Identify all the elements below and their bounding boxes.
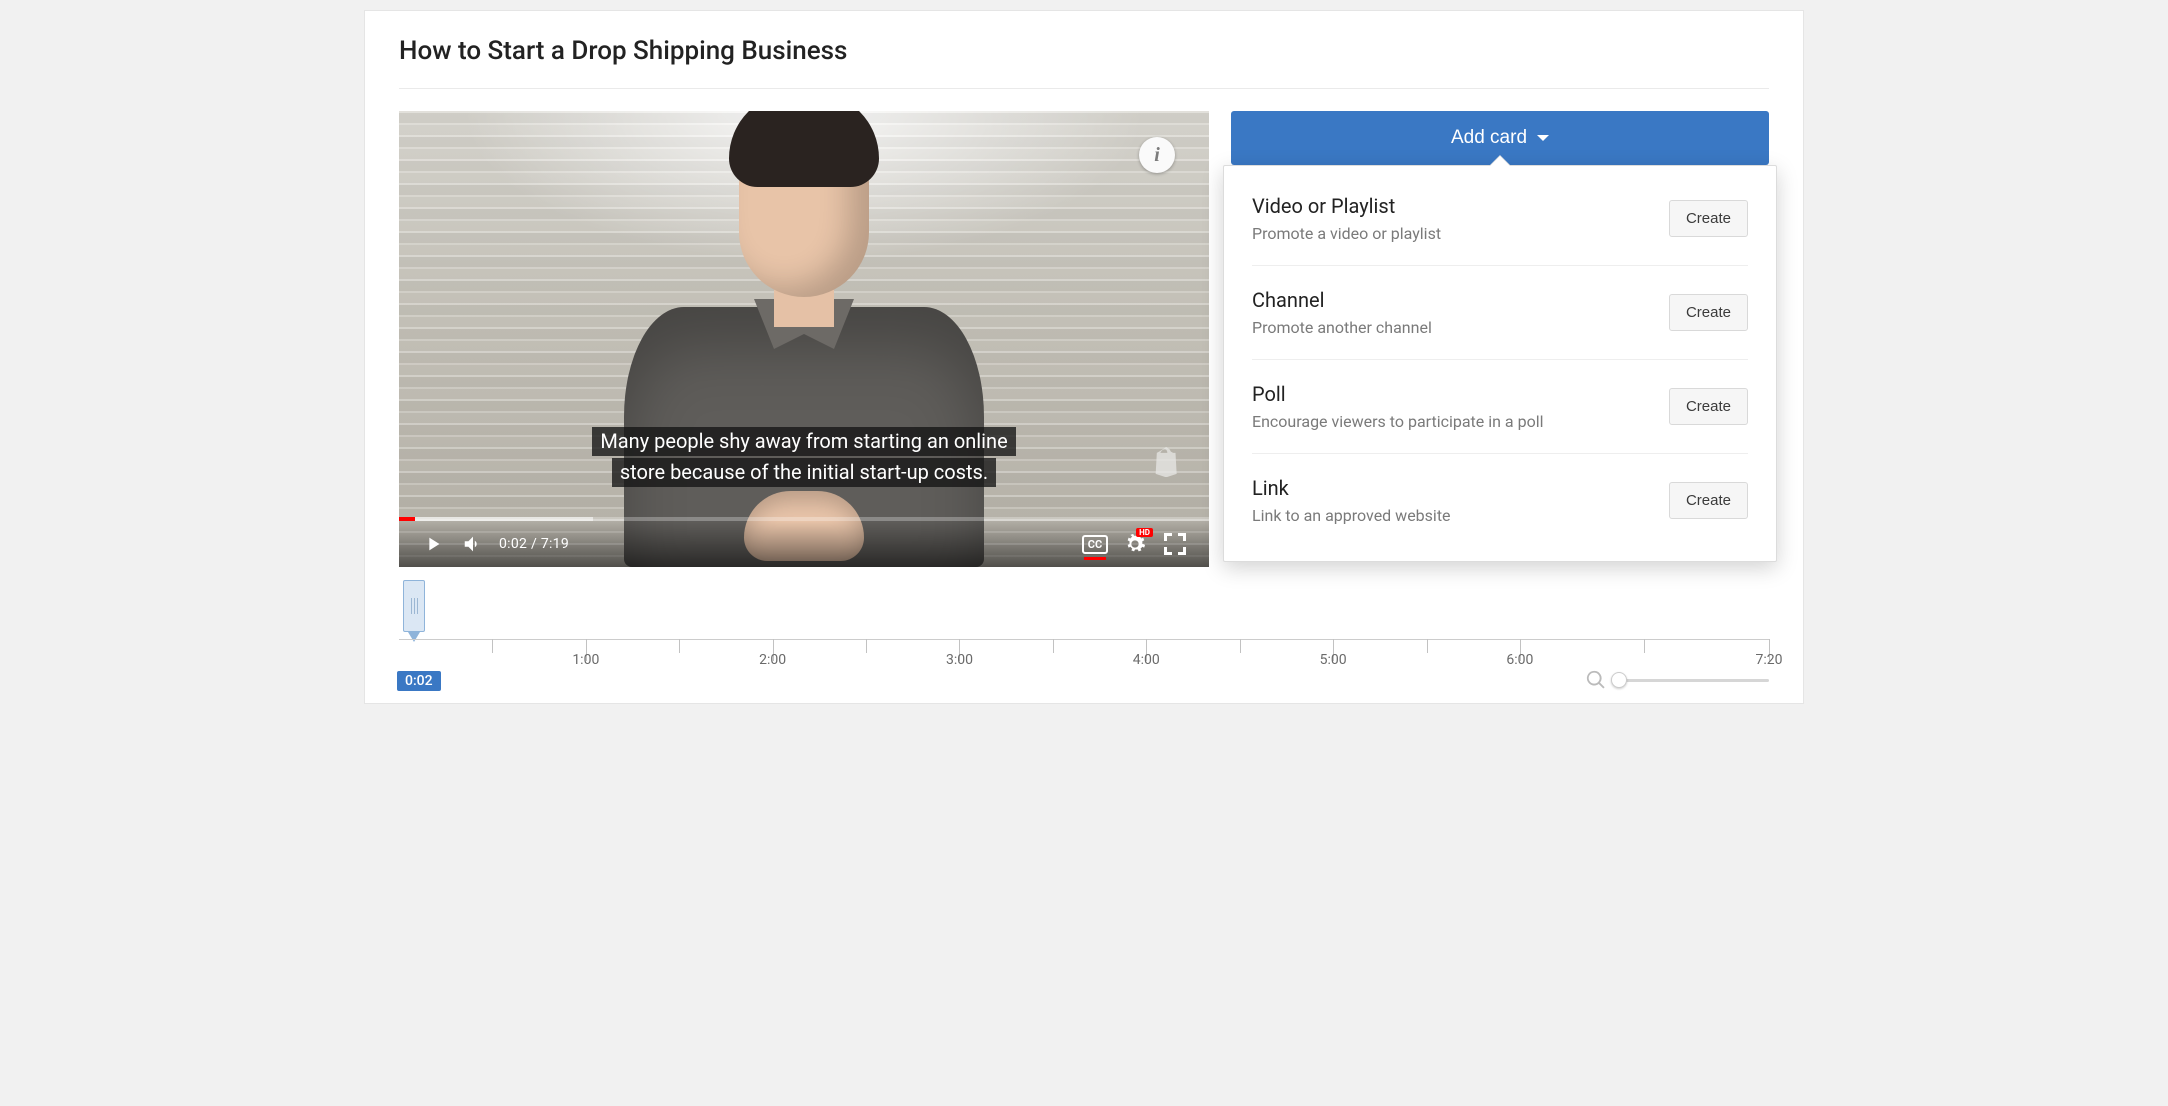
ruler-minor-tick bbox=[492, 639, 493, 653]
ruler-minor-tick bbox=[1053, 639, 1054, 653]
time-display: 0:02 / 7:19 bbox=[499, 536, 569, 552]
ruler-tick-label: 3:00 bbox=[946, 652, 973, 668]
create-video-playlist-button[interactable]: Create bbox=[1669, 200, 1748, 237]
fullscreen-button[interactable] bbox=[1155, 524, 1195, 564]
play-button[interactable] bbox=[413, 524, 453, 564]
cc-icon: CC bbox=[1082, 535, 1108, 554]
cards-editor-panel: How to Start a Drop Shipping Business i … bbox=[364, 10, 1804, 704]
create-poll-button[interactable]: Create bbox=[1669, 388, 1748, 425]
card-type-title: Video or Playlist bbox=[1252, 194, 1649, 218]
fullscreen-icon bbox=[1164, 533, 1186, 555]
timeline-zoom-controls bbox=[1585, 669, 1769, 691]
card-type-video-or-playlist: Video or Playlist Promote a video or pla… bbox=[1252, 172, 1748, 266]
duration: 7:19 bbox=[541, 536, 569, 552]
player-controls: 0:02 / 7:19 CC HD bbox=[399, 521, 1209, 567]
ruler-tick-label: 1:00 bbox=[572, 652, 599, 668]
timeline-current-time-pill: 0:02 bbox=[397, 671, 441, 691]
card-type-desc: Promote a video or playlist bbox=[1252, 224, 1649, 243]
zoom-slider[interactable] bbox=[1619, 679, 1769, 682]
ruler-minor-tick bbox=[1644, 639, 1645, 653]
ruler-minor-tick bbox=[679, 639, 680, 653]
ruler-minor-tick bbox=[1427, 639, 1428, 653]
ruler-tick-label: 4:00 bbox=[1133, 652, 1160, 668]
card-type-channel: Channel Promote another channel Create bbox=[1252, 266, 1748, 360]
card-type-desc: Encourage viewers to participate in a po… bbox=[1252, 412, 1649, 431]
card-type-desc: Promote another channel bbox=[1252, 318, 1649, 337]
card-type-desc: Link to an approved website bbox=[1252, 506, 1649, 525]
settings-button[interactable]: HD bbox=[1115, 524, 1155, 564]
cc-button[interactable]: CC bbox=[1075, 524, 1115, 564]
card-type-title: Channel bbox=[1252, 288, 1649, 312]
ruler-tick-label: 2:00 bbox=[759, 652, 786, 668]
hd-badge: HD bbox=[1136, 528, 1153, 537]
timeline[interactable]: 1:002:003:004:005:006:007:20 0:02 bbox=[399, 581, 1769, 673]
volume-icon bbox=[462, 533, 484, 555]
playhead-handle[interactable] bbox=[403, 580, 425, 632]
ruler-tick-label: 5:00 bbox=[1320, 652, 1347, 668]
ruler-tick-label: 7:20 bbox=[1756, 652, 1783, 668]
zoom-slider-thumb[interactable] bbox=[1611, 672, 1627, 688]
cards-info-icon[interactable]: i bbox=[1139, 137, 1175, 173]
ruler-tick-label: 6:00 bbox=[1506, 652, 1533, 668]
timeline-ruler[interactable]: 1:002:003:004:005:006:007:20 bbox=[399, 639, 1769, 673]
create-channel-button[interactable]: Create bbox=[1669, 294, 1748, 331]
presenter-figure bbox=[584, 147, 1024, 567]
play-icon bbox=[422, 533, 444, 555]
video-player[interactable]: i Many people shy away from starting an … bbox=[399, 111, 1209, 567]
volume-button[interactable] bbox=[453, 524, 493, 564]
main-row: i Many people shy away from starting an … bbox=[399, 111, 1769, 567]
ruler-minor-tick bbox=[1240, 639, 1241, 653]
card-type-title: Poll bbox=[1252, 382, 1649, 406]
card-type-poll: Poll Encourage viewers to participate in… bbox=[1252, 360, 1748, 454]
shopify-watermark-icon bbox=[1151, 447, 1179, 477]
ruler-minor-tick bbox=[866, 639, 867, 653]
card-type-link: Link Link to an approved website Create bbox=[1252, 454, 1748, 547]
create-link-button[interactable]: Create bbox=[1669, 482, 1748, 519]
timeline-track[interactable] bbox=[399, 581, 1769, 633]
caret-down-icon bbox=[1537, 135, 1549, 141]
video-title: How to Start a Drop Shipping Business bbox=[399, 36, 1769, 89]
search-icon[interactable] bbox=[1585, 669, 1607, 691]
add-card-column: Add card Video or Playlist Promote a vid… bbox=[1231, 111, 1769, 567]
add-card-dropdown: Video or Playlist Promote a video or pla… bbox=[1223, 165, 1777, 562]
current-time: 0:02 bbox=[499, 536, 527, 552]
card-type-title: Link bbox=[1252, 476, 1649, 500]
